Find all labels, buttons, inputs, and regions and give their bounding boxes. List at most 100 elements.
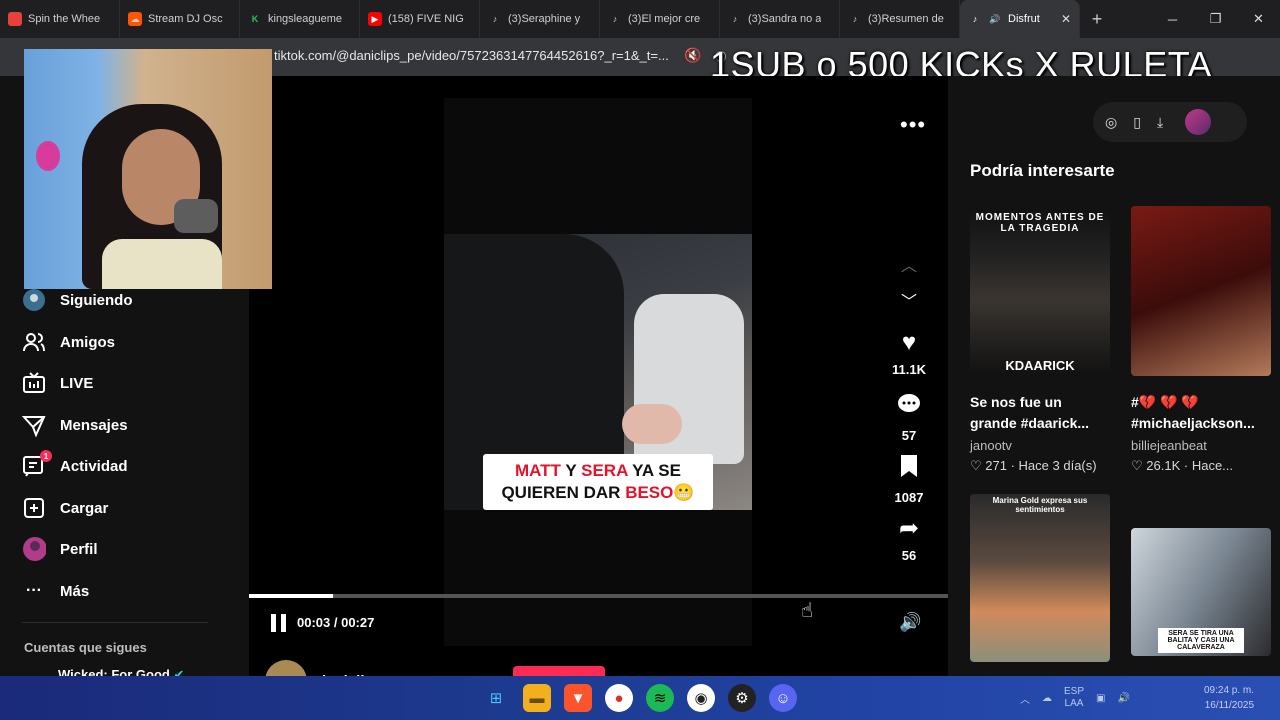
clock[interactable]: 09:24 p. m. 16/11/2025 bbox=[1204, 683, 1254, 713]
sidebar-item-label: Siguiendo bbox=[60, 291, 133, 309]
recommendations-panel: ◎ ▯ ⤓ Podría interesarte MOMENTOS ANTES … bbox=[948, 76, 1280, 676]
progress-bar[interactable] bbox=[249, 594, 948, 598]
tab-kings-league[interactable]: K kingsleagueme bbox=[240, 0, 360, 38]
tiktok-icon: ♪ bbox=[492, 14, 498, 24]
heart-outline-icon: ♡ bbox=[1131, 458, 1143, 473]
onedrive-icon[interactable]: ☁ bbox=[1042, 693, 1052, 704]
sidebar-item-mas[interactable]: ··· Más bbox=[22, 579, 89, 603]
chevron-down-icon[interactable]: ﹀ bbox=[901, 288, 917, 312]
video-frame[interactable] bbox=[444, 98, 752, 646]
comment-button[interactable]: 57 bbox=[887, 392, 931, 443]
mobile-icon[interactable]: ▯ bbox=[1133, 114, 1141, 131]
tab-active-disfruta[interactable]: ♪ 🔊 Disfrut ✕ bbox=[960, 0, 1080, 38]
tab-spin-the-wheel[interactable]: Spin the Whee bbox=[0, 0, 120, 38]
wheel-icon bbox=[8, 12, 22, 26]
spotify-icon[interactable]: ≋ bbox=[646, 684, 674, 712]
comment-count: 57 bbox=[901, 428, 917, 443]
pause-icon[interactable] bbox=[271, 614, 287, 632]
obs-icon[interactable]: ◉ bbox=[687, 684, 715, 712]
sidebar-item-cargar[interactable]: Cargar bbox=[22, 496, 108, 520]
url-field[interactable]: tiktok.com/@daniclips_pe/video/757236314… bbox=[274, 48, 669, 63]
chrome-icon[interactable]: ● bbox=[605, 684, 633, 712]
tab-label: (3)El mejor cre bbox=[628, 13, 701, 25]
more-options-icon[interactable]: ••• bbox=[900, 112, 926, 138]
sidebar-item-label: LIVE bbox=[60, 374, 94, 392]
chevron-up-icon[interactable]: ︿ bbox=[1020, 691, 1030, 706]
caption-word: QUIEREN DAR bbox=[501, 483, 626, 502]
following-avatar-icon bbox=[22, 288, 46, 312]
rec-card[interactable]: #💔 💔 💔 #michaeljackson... billiejeanbeat… bbox=[1131, 206, 1271, 474]
rec-when: Hace 3 día(s) bbox=[1018, 458, 1097, 473]
download-icon[interactable]: ⤓ bbox=[1157, 114, 1163, 131]
sidebar-item-siguiendo[interactable]: Siguiendo bbox=[22, 288, 133, 312]
thumb-text: MOMENTOS ANTES DE LA TRAGEDIA bbox=[975, 212, 1105, 234]
heart-icon: ♥ bbox=[901, 329, 917, 356]
sidebar-item-mensajes[interactable]: Mensajes bbox=[22, 413, 128, 437]
language-indicator[interactable]: ESP LAA bbox=[1064, 686, 1084, 710]
webcam-overlay bbox=[24, 49, 272, 289]
following-heading: Cuentas que sigues bbox=[24, 640, 147, 655]
compass-icon[interactable]: ◎ bbox=[1105, 114, 1117, 131]
tab-stream-dj[interactable]: ☁ Stream DJ Osc bbox=[120, 0, 240, 38]
tiktok-icon: ♪ bbox=[612, 14, 618, 24]
rec-meta: ♡ 271 · Hace 3 día(s) bbox=[970, 458, 1097, 473]
more-icon: ··· bbox=[26, 582, 42, 599]
speaker-icon: 🔊 bbox=[989, 13, 1001, 24]
tab-label: Spin the Whee bbox=[28, 13, 101, 25]
tab-label: kingsleagueme bbox=[268, 13, 342, 25]
share-button[interactable]: ➦ 56 bbox=[887, 515, 931, 564]
tab-tiktok-sandra[interactable]: ♪ (3)Sandra no a bbox=[720, 0, 840, 38]
rec-meta: ♡ 26.1K · Hace... bbox=[1131, 458, 1234, 473]
sidebar-item-actividad[interactable]: 1 Actividad bbox=[22, 450, 128, 478]
caption-word: YA SE bbox=[627, 461, 681, 480]
mute-icon[interactable]: 🔇 bbox=[684, 47, 701, 64]
chevron-up-icon[interactable]: ︿ bbox=[901, 252, 917, 276]
playback-time: 00:03 / 00:27 bbox=[297, 615, 375, 630]
tiktok-icon: ♪ bbox=[732, 14, 738, 24]
save-button[interactable]: 1087 bbox=[887, 454, 931, 505]
volume-icon[interactable]: 🔊 bbox=[899, 612, 921, 633]
close-tab-icon[interactable]: ✕ bbox=[1061, 12, 1071, 26]
window-controls: ─ ❐ ✕ bbox=[1151, 0, 1280, 38]
rec-card[interactable]: Marina Gold expresa sus sentimientos bbox=[970, 494, 1110, 662]
sidebar-divider bbox=[22, 622, 208, 623]
browser-tab-strip: Spin the Whee ☁ Stream DJ Osc K kingslea… bbox=[0, 0, 1280, 38]
sidebar-item-amigos[interactable]: Amigos bbox=[22, 330, 115, 354]
discord-icon[interactable]: ☺ bbox=[769, 684, 797, 712]
sidebar-item-perfil[interactable]: Perfil bbox=[22, 537, 98, 561]
caption-word: MATT bbox=[515, 461, 561, 480]
rec-card[interactable]: MOMENTOS ANTES DE LA TRAGEDIA KDAARICK S… bbox=[970, 206, 1110, 474]
brave-browser-icon[interactable]: ▼ bbox=[564, 684, 592, 712]
share-icon: ➦ bbox=[898, 515, 920, 542]
rec-likes: 271 bbox=[985, 458, 1007, 473]
clock-time: 09:24 p. m. bbox=[1204, 685, 1255, 696]
lang-layout: LAA bbox=[1064, 698, 1084, 709]
lang-code: ESP bbox=[1064, 686, 1085, 697]
file-explorer-icon[interactable]: ▬ bbox=[523, 684, 551, 712]
sidebar-item-label: Amigos bbox=[60, 333, 116, 351]
steam-icon[interactable]: ⚙ bbox=[728, 684, 756, 712]
tab-label: Disfrut bbox=[1008, 13, 1040, 25]
tab-youtube[interactable]: ▶ (158) FIVE NIG bbox=[360, 0, 480, 38]
new-tab-button[interactable]: + bbox=[1080, 9, 1114, 30]
network-icon[interactable]: ▣ bbox=[1096, 693, 1105, 704]
sidebar-item-live[interactable]: LIVE bbox=[22, 371, 93, 395]
minimize-icon[interactable]: ─ bbox=[1151, 0, 1194, 38]
tab-label: Stream DJ Osc bbox=[148, 13, 223, 25]
like-button[interactable]: ♥ 11.1K bbox=[887, 329, 931, 378]
tab-tiktok-mejor[interactable]: ♪ (3)El mejor cre bbox=[600, 0, 720, 38]
progress-fill bbox=[249, 594, 333, 598]
rec-user: billiejeanbeat bbox=[1131, 438, 1207, 453]
youtube-icon: ▶ bbox=[368, 12, 382, 26]
windows-start-icon[interactable]: ⊞ bbox=[482, 684, 510, 712]
rec-title: #💔 💔 💔 #michaeljackson... bbox=[1131, 394, 1255, 431]
rec-thumbnail bbox=[1131, 206, 1271, 376]
tab-tiktok-resumen[interactable]: ♪ (3)Resumen de bbox=[840, 0, 960, 38]
restore-icon[interactable]: ❐ bbox=[1194, 0, 1237, 38]
user-avatar[interactable] bbox=[1185, 109, 1212, 135]
speaker-icon[interactable]: 🔊 bbox=[1117, 693, 1129, 704]
tab-tiktok-seraphine[interactable]: ♪ (3)Seraphine y bbox=[480, 0, 600, 38]
video-player: MATT Y SERA YA SE QUIEREN DAR BESO😬 ••• ︿… bbox=[249, 76, 948, 702]
rec-card[interactable]: SERA SE TIRA UNA BALITA Y CASI UNA CALAV… bbox=[1131, 528, 1271, 656]
close-window-icon[interactable]: ✕ bbox=[1237, 0, 1280, 38]
